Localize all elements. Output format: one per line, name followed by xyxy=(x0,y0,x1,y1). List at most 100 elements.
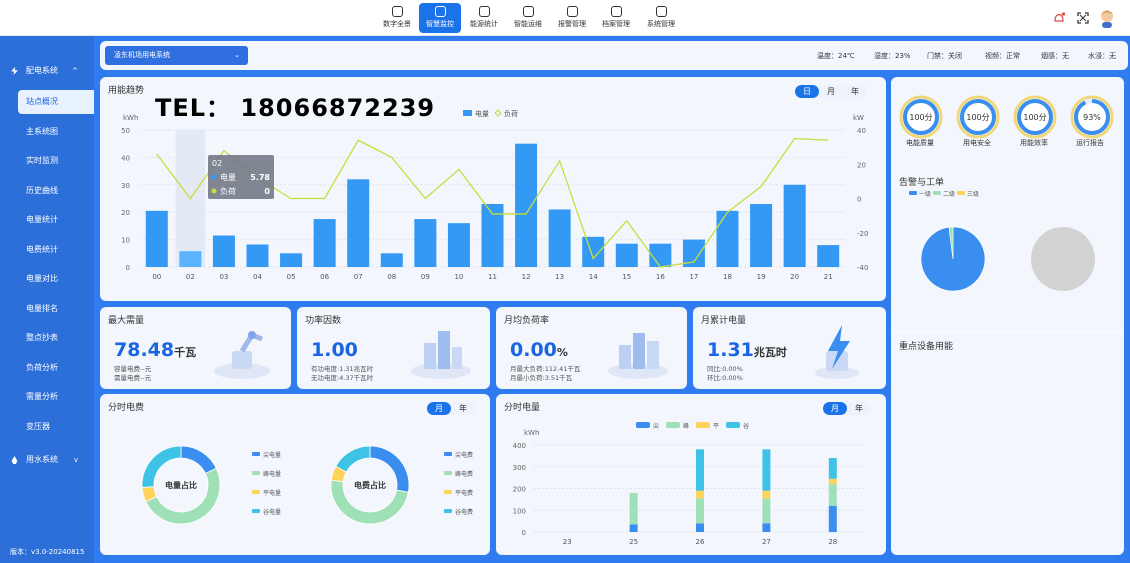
sidebar-item-10[interactable]: 需量分析 xyxy=(18,385,94,409)
energy-bar xyxy=(515,143,538,267)
donut-legend-swatch xyxy=(444,471,452,475)
alarm-legend-swatch xyxy=(957,191,965,195)
water-drop-icon xyxy=(11,456,18,464)
gauge-label-efficiency: 用能效率 xyxy=(1020,139,1048,147)
nav-tab-label: 档案管理 xyxy=(602,20,630,28)
nav-tab-label: 数字全景 xyxy=(383,20,411,28)
sidebar-item-11[interactable]: 变压器 xyxy=(18,415,94,439)
stacked-bar-segment xyxy=(696,498,704,524)
sidebar-item-7[interactable]: 电量排名 xyxy=(18,297,94,321)
tou-energy-chart: 0 100 200 300 400 kWh 尖 峰 平 谷 23 25 26 27 28 xyxy=(513,422,866,546)
energy-bar xyxy=(783,184,806,267)
y-tick-left: 20 xyxy=(121,209,130,217)
stacked-bar-segment xyxy=(629,492,638,525)
nav-icon xyxy=(522,6,534,17)
sidebar-item-8[interactable]: 整点抄表 xyxy=(18,326,94,350)
stacked-bar-segment xyxy=(696,490,704,499)
env-smoke: 烟感：无 xyxy=(1041,52,1069,60)
donut-legend-label: 峰电费 xyxy=(455,470,473,478)
building-illustration xyxy=(608,333,668,379)
kpi-max-demand: 最大需量 78.48千瓦 容量电费--元 需量电费--元 xyxy=(100,307,291,389)
nav-tab-label: 智能运维 xyxy=(514,20,542,28)
sidebar-group-water[interactable]: 用水系统 v xyxy=(0,450,94,470)
stacked-bar-segment xyxy=(696,449,704,491)
y-tick-left: 0 xyxy=(126,264,130,272)
donut-legend-label: 平电量 xyxy=(263,489,281,497)
donut-legend-label: 谷电量 xyxy=(263,508,281,516)
x-tick-label: 02 xyxy=(186,273,195,281)
alarm-chart: 一级 二级 三级 xyxy=(909,190,1095,292)
stacked-bar-segment xyxy=(629,524,638,532)
unit-label: kWh xyxy=(524,429,539,437)
key-equipment-title: 重点设备用能 xyxy=(899,342,954,352)
sidebar-item-0[interactable]: 站点概况 xyxy=(18,90,94,114)
y-tick: 200 xyxy=(513,486,526,494)
x-tick-label: 23 xyxy=(563,538,572,546)
env-humidity: 湿度：23% xyxy=(874,52,911,60)
sidebar-item-1[interactable]: 主系统图 xyxy=(18,120,94,144)
nav-icon xyxy=(434,6,446,17)
energy-bar xyxy=(582,236,605,267)
nav-tab-5[interactable]: 档案管理 xyxy=(595,3,637,33)
legend-energy: 电量 xyxy=(475,109,489,118)
env-door: 门禁：关闭 xyxy=(927,52,962,60)
energy-bar xyxy=(313,219,336,267)
tooltip-dot-energy xyxy=(211,174,217,180)
gauge-value: 100分 xyxy=(966,113,989,122)
gauge-value: 100分 xyxy=(909,113,932,122)
sidebar-item-5[interactable]: 电费统计 xyxy=(18,238,94,262)
x-tick-label: 21 xyxy=(824,273,833,281)
x-tick-label: 25 xyxy=(629,538,638,546)
x-tick-label: 19 xyxy=(757,273,766,281)
energy-bar xyxy=(615,243,638,267)
sidebar-item-6[interactable]: 电量对比 xyxy=(18,267,94,291)
nav-tab-0[interactable]: 数字全景 xyxy=(376,3,418,33)
alarm-legend-label: 一级 xyxy=(919,190,931,198)
nav-tab-label: 系统管理 xyxy=(647,20,675,28)
fullscreen-icon[interactable] xyxy=(1076,11,1090,25)
header-strip: 凌东机场用电系统 ⌄ 温度：24℃ 湿度：23% 门禁：关闭 视频：正常 烟感：无… xyxy=(100,41,1128,70)
energy-bar xyxy=(179,251,202,267)
nav-tab-6[interactable]: 系统管理 xyxy=(640,3,682,33)
nav-tab-1[interactable]: 智慧监控 xyxy=(419,3,461,33)
sidebar-group-power-label: 配电系统 xyxy=(26,66,58,75)
donut-legend-label: 尖电费 xyxy=(455,451,473,459)
sidebar-item-4[interactable]: 电量统计 xyxy=(18,208,94,232)
tou-energy-panel: 分时电量 月 年 0 100 200 300 400 kWh 尖峰平谷 23 25 26 27 28 xyxy=(496,394,886,555)
energy-bar xyxy=(447,223,470,267)
overlay-phone-text: TEL： 18066872239 xyxy=(155,94,436,122)
x-tick-label: 09 xyxy=(421,273,430,281)
y-tick-right: -20 xyxy=(857,230,868,238)
legend-swatch xyxy=(696,422,710,428)
sidebar-item-2[interactable]: 实时监测 xyxy=(18,149,94,173)
legend-swatch xyxy=(666,422,680,428)
nav-icon xyxy=(655,6,667,17)
stacked-bar-segment xyxy=(762,449,771,491)
tou-pie-charts: 尖电量峰电量平电量谷电量 电量占比 尖电费峰电费平电费谷电费 电费占比 xyxy=(141,445,473,525)
alarm-legend-swatch xyxy=(909,191,917,195)
donut-legend-swatch xyxy=(444,490,452,494)
sidebar-group-water-label: 用水系统 xyxy=(26,455,58,464)
legend-swatch-energy xyxy=(463,110,472,116)
donut-legend-label: 谷电费 xyxy=(455,508,473,516)
energy-bar xyxy=(750,203,773,267)
sidebar-item-3[interactable]: 历史曲线 xyxy=(18,179,94,203)
sidebar-group-power[interactable]: 配电系统 ^ xyxy=(0,61,94,81)
kpi-sub-2: 需量电费--元 xyxy=(114,374,152,382)
donut-legend-swatch xyxy=(252,452,260,456)
nav-tab-3[interactable]: 智能运维 xyxy=(507,3,549,33)
y-tick-left: 40 xyxy=(121,154,130,162)
notification-bell-icon[interactable] xyxy=(1052,11,1066,25)
chevron-up-icon: ^ xyxy=(72,67,78,75)
donut-slice xyxy=(180,445,217,475)
x-tick-label: 20 xyxy=(790,273,799,281)
nav-tab-4[interactable]: 报警管理 xyxy=(551,3,593,33)
donut-legend-label: 峰电量 xyxy=(263,470,281,478)
energy-bar xyxy=(548,209,571,267)
user-avatar[interactable] xyxy=(1098,8,1116,28)
tou-fee-panel: 分时电费 月 年 尖电量 峰电量 平电量 谷电量 电量占比 尖电费 峰电费 平电费 谷电费 电费占… xyxy=(100,394,490,555)
nav-tab-2[interactable]: 能源统计 xyxy=(463,3,505,33)
system-select[interactable]: 凌东机场用电系统 ⌄ xyxy=(105,46,248,65)
kpi-sub-2: 无功电度:4.37千瓦时 xyxy=(311,374,374,382)
sidebar-item-9[interactable]: 负荷分析 xyxy=(18,356,94,380)
